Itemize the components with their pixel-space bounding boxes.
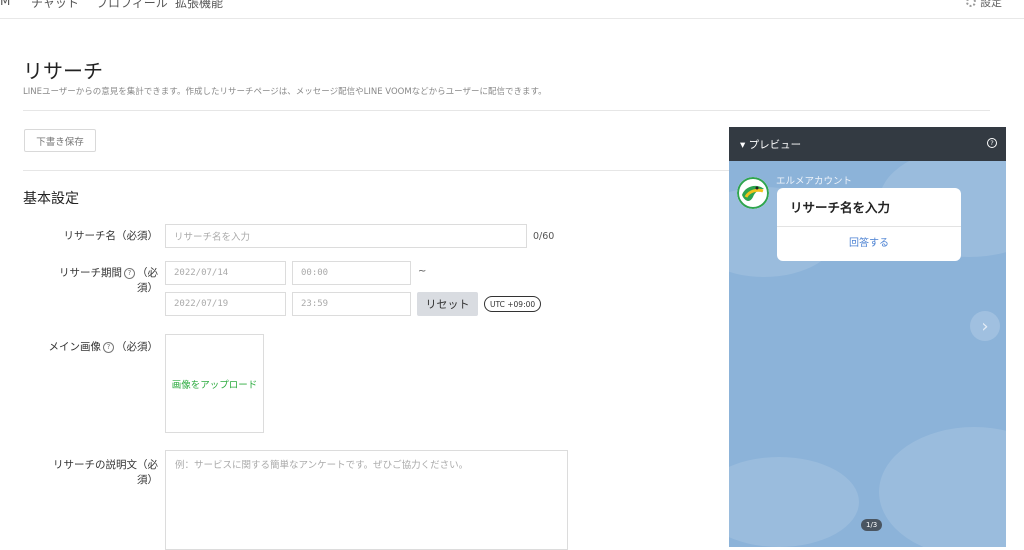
settings-label: 設定 [980, 0, 1002, 9]
divider [23, 110, 990, 111]
settings-link[interactable]: 設定 [966, 0, 1002, 10]
preview-panel: ▾ プレビュー ? エルメアカウント リサーチ名を入力 回答する › 1/3 [729, 127, 1006, 547]
gear-icon [966, 0, 976, 7]
main-image-label: メイン画像? （必須） [30, 340, 158, 355]
research-period-label: リサーチ期間? （必 須） [30, 266, 158, 296]
period-label-req: （必 [137, 267, 158, 279]
page-indicator: 1/3 [861, 519, 883, 531]
description-label-text: リサーチの説明文（必 [53, 459, 158, 471]
account-name: エルメアカウント [776, 176, 853, 187]
research-name-input[interactable]: リサーチ名を入力 [165, 224, 527, 248]
preview-title: ▾ プレビュー [740, 139, 802, 151]
end-time-input[interactable]: 23:59 [292, 292, 411, 316]
next-arrow-icon[interactable]: › [970, 311, 1000, 341]
card-title: リサーチ名を入力 [790, 200, 891, 215]
description-placeholder: 例：サービスに関する簡単なアンケートです。ぜひご協力ください。 [175, 460, 469, 471]
end-date-input[interactable]: 2022/07/19 [165, 292, 286, 316]
char-counter: 0/60 [533, 231, 555, 242]
reset-button[interactable]: リセット [417, 292, 478, 316]
description-label-req: 須） [137, 474, 158, 486]
nav-item-chat[interactable]: チャット [31, 0, 79, 11]
description-textarea[interactable]: 例：サービスに関する簡単なアンケートです。ぜひご協力ください。 [165, 450, 568, 550]
account-avatar [737, 177, 769, 209]
research-name-placeholder: リサーチ名を入力 [174, 232, 251, 243]
section-title-basic: 基本設定 [23, 191, 79, 207]
nav-item-profile[interactable]: プロフィール [96, 0, 168, 11]
upload-label: 画像をアップロード [171, 379, 258, 391]
description-label: リサーチの説明文（必 須） [30, 458, 158, 488]
timezone-badge: UTC +09:00 [484, 296, 542, 312]
background-cloud [729, 457, 859, 547]
help-icon[interactable]: ? [987, 138, 997, 148]
start-time-input[interactable]: 00:00 [292, 261, 411, 285]
message-card: リサーチ名を入力 回答する [777, 188, 961, 261]
answer-button[interactable]: 回答する [777, 234, 961, 249]
top-nav: M チャット プロフィール 拡張機能 設定 [0, 0, 1024, 19]
divider [23, 170, 729, 171]
bird-logo-icon [737, 177, 769, 209]
research-name-label: リサーチ名（必須） [63, 230, 159, 242]
page-description: LINEユーザーからの意見を集計できます。作成したリサーチページは、メッセージ配… [23, 87, 547, 97]
save-draft-button[interactable]: 下書き保存 [24, 129, 96, 152]
main-image-label-req: （必須） [116, 341, 158, 353]
help-icon[interactable]: ? [103, 342, 114, 353]
start-date-input[interactable]: 2022/07/14 [165, 261, 286, 285]
period-label-req-2: 須） [137, 282, 158, 294]
card-divider [777, 226, 961, 227]
page-title: リサーチ [23, 59, 103, 83]
period-label-text: リサーチ期間 [59, 267, 122, 279]
background-cloud [879, 427, 1006, 547]
range-separator: ~ [418, 266, 427, 277]
image-upload-area[interactable]: 画像をアップロード [165, 334, 264, 433]
help-icon[interactable]: ? [124, 268, 135, 279]
nav-logo[interactable]: M [0, 0, 10, 8]
nav-item-extensions[interactable]: 拡張機能 [175, 0, 223, 11]
preview-header[interactable]: ▾ プレビュー ? [729, 127, 1006, 161]
main-image-label-text: メイン画像 [48, 341, 102, 353]
